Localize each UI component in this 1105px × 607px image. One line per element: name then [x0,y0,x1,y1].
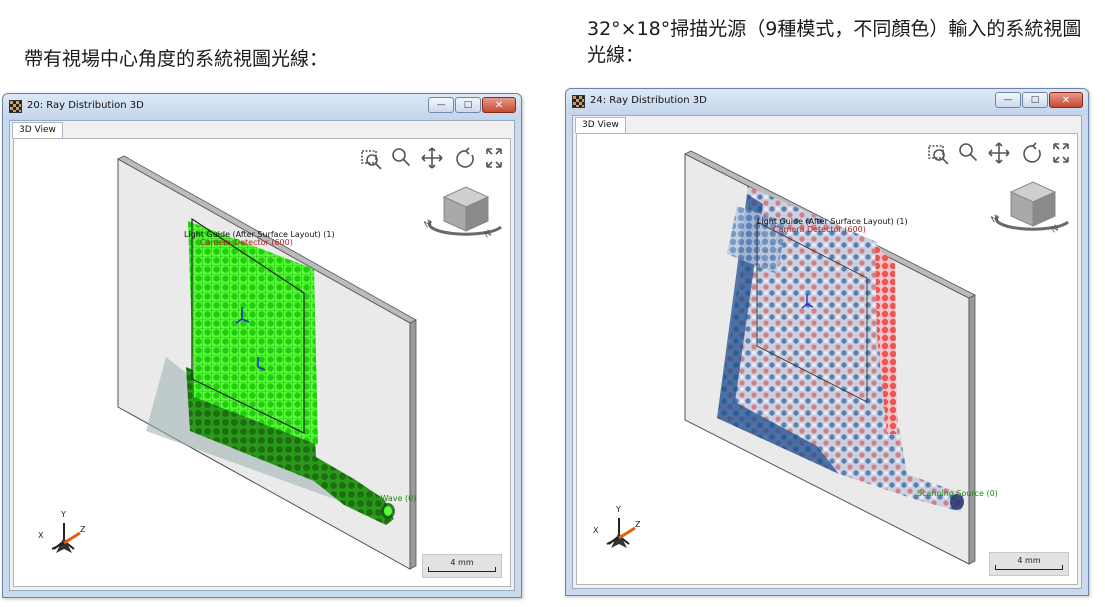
minimize-button[interactable]: — [995,92,1021,108]
scale-bar-line [995,565,1063,570]
close-button[interactable]: ✕ [1049,92,1083,108]
axis-x-label: X [593,526,599,535]
scale-label: 4 mm [450,558,474,567]
viewport-toolbar [928,142,1069,165]
scale-label: 4 mm [1017,556,1041,565]
view-cube-icon[interactable]: N N [423,186,503,241]
rotate-icon[interactable] [456,147,474,168]
zoom-icon[interactable] [959,143,978,162]
client-area: 3D View Light Guide (After Surface Layou… [9,120,515,591]
app-icon [572,95,585,108]
axis-y-label: Y [615,505,621,514]
pan-icon[interactable] [988,142,1010,164]
close-button[interactable]: ✕ [482,97,516,113]
rotate-icon[interactable] [1023,142,1041,163]
tab-3d-view[interactable]: 3D View [12,122,63,138]
axis-y-label: Y [60,510,66,519]
minimize-button[interactable]: — [428,97,454,113]
label-camera-detector: Camera Detector (600) [773,225,866,234]
scale-bar: 4 mm [989,552,1069,576]
caption-right: 32°×18°掃描光源（9種模式，不同顏色）輸入的系統視圖光線： [587,18,1082,66]
viewport-toolbar [361,147,502,170]
window-title: 20: Ray Distribution 3D [27,100,144,111]
zoom-icon[interactable] [392,148,411,167]
label-source: Scanning Source (0) [917,489,998,498]
axis-triad: Y X Z [38,510,86,553]
3d-viewport[interactable]: Light Guide (After Surface Layout) (1) C… [576,133,1078,585]
app-icon [9,100,22,113]
zoom-window-icon[interactable] [361,150,382,170]
ray-distribution-window-2: 24: Ray Distribution 3D — □ ✕ 3D View Li… [565,88,1089,596]
axis-z-label: Z [80,525,86,534]
title-bar[interactable]: 24: Ray Distribution 3D — □ ✕ [566,89,1088,115]
3d-viewport[interactable]: Light Guide (After Surface Layout) (1) C… [13,138,511,587]
ray-distribution-window-1: 20: Ray Distribution 3D — □ ✕ 3D View Li… [2,93,522,598]
fit-view-icon[interactable] [1053,143,1069,163]
view-cube-icon[interactable]: N N [990,181,1070,236]
label-source: Plane Wave (0) [356,494,416,503]
window-title: 24: Ray Distribution 3D [590,95,707,106]
fit-view-icon[interactable] [486,148,502,168]
scale-bar: 4 mm [422,554,502,578]
axis-x-label: X [38,531,44,540]
title-bar[interactable]: 20: Ray Distribution 3D — □ ✕ [3,94,521,120]
label-camera-detector: Camera Detector (600) [200,238,293,247]
client-area: 3D View Light Guide (After Surface Layou… [572,115,1082,589]
axis-z-label: Z [635,520,641,529]
pan-icon[interactable] [421,147,443,169]
tab-3d-view[interactable]: 3D View [575,117,626,133]
caption-left: 帶有視場中心角度的系統視圖光線： [24,48,329,70]
scale-bar-line [428,567,496,572]
maximize-button[interactable]: □ [455,97,481,113]
zoom-window-icon[interactable] [928,145,949,165]
maximize-button[interactable]: □ [1022,92,1048,108]
axis-triad: Y X Z [593,505,641,548]
